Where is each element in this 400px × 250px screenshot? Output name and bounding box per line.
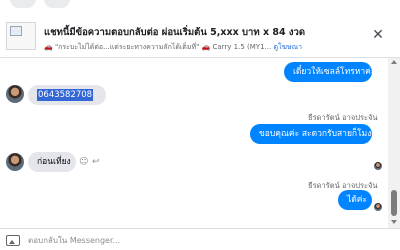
message-text: ได้ค่ะ	[347, 195, 368, 205]
contact-avatar[interactable]	[6, 85, 24, 103]
ad-car-text: Carry 1.5 (MY1...	[212, 43, 272, 51]
ad-subtitle: "กระบะไม่ได้ต่อ...แต่ระยะทางความลักได้เต…	[54, 43, 200, 51]
message-text-selected: 0643582708	[37, 89, 94, 101]
seen-avatar	[374, 162, 382, 170]
top-edge	[0, 0, 400, 14]
scroll-up-arrow-icon[interactable]	[391, 60, 397, 64]
reply-input[interactable]: ตอบกลับใน Messenger...	[28, 234, 120, 247]
message-incoming-2[interactable]: ก่อนเที่ยง	[28, 152, 76, 172]
ad-thumbnail-image	[6, 22, 36, 50]
ad-banner[interactable]: แชทนี้มีข้อความตอบกลับต่อ ผ่อนเริ่มต้น 5…	[0, 14, 400, 58]
car-small-icon: 🚗	[201, 43, 211, 51]
message-text: เดี๋ยวให้เซลล์โทรหาค่ะ	[293, 67, 376, 77]
message-incoming-phone[interactable]: 0643582708	[28, 85, 106, 105]
close-icon[interactable]: ✕	[370, 27, 386, 43]
scrollbar[interactable]	[388, 58, 400, 228]
message-outgoing-2[interactable]: ขอบคุณค่ะ สะดวกรับสายก็โมงดีคะ	[250, 124, 387, 144]
car-icon: 🚗	[44, 43, 53, 51]
ad-title: แชทนี้มีข้อความตอบกลับต่อ ผ่อนเริ่มต้น 5…	[44, 27, 306, 38]
top-button-right[interactable]	[44, 0, 70, 8]
ad-subtitle-row: 🚗 "กระบะไม่ได้ต่อ...แต่ระยะทางความลักได้…	[44, 42, 302, 53]
message-text: ก่อนเที่ยง	[37, 157, 71, 167]
photo-icon[interactable]	[6, 235, 20, 246]
message-composer[interactable]: ตอบกลับใน Messenger...	[0, 228, 400, 250]
scrollbar-thumb[interactable]	[391, 190, 397, 216]
sender-name: ธีรดารัตน์ อาจประจัน	[308, 113, 378, 122]
seen-avatar	[374, 203, 382, 211]
scroll-down-arrow-icon[interactable]	[391, 220, 397, 224]
reply-arrow-icon[interactable]: ↩	[92, 157, 100, 167]
message-outgoing-3[interactable]: ได้ค่ะ	[338, 190, 372, 210]
contact-avatar[interactable]	[6, 153, 24, 171]
view-ad-link[interactable]: ดูโฆษณา	[273, 43, 302, 51]
message-outgoing-1[interactable]: เดี๋ยวให้เซลล์โทรหาค่ะ	[284, 62, 376, 82]
message-text: ขอบคุณค่ะ สะดวกรับสายก็โมงดีคะ	[259, 129, 388, 139]
top-button-left[interactable]	[10, 0, 36, 8]
emoji-react-icon[interactable]: ☺	[79, 157, 88, 167]
